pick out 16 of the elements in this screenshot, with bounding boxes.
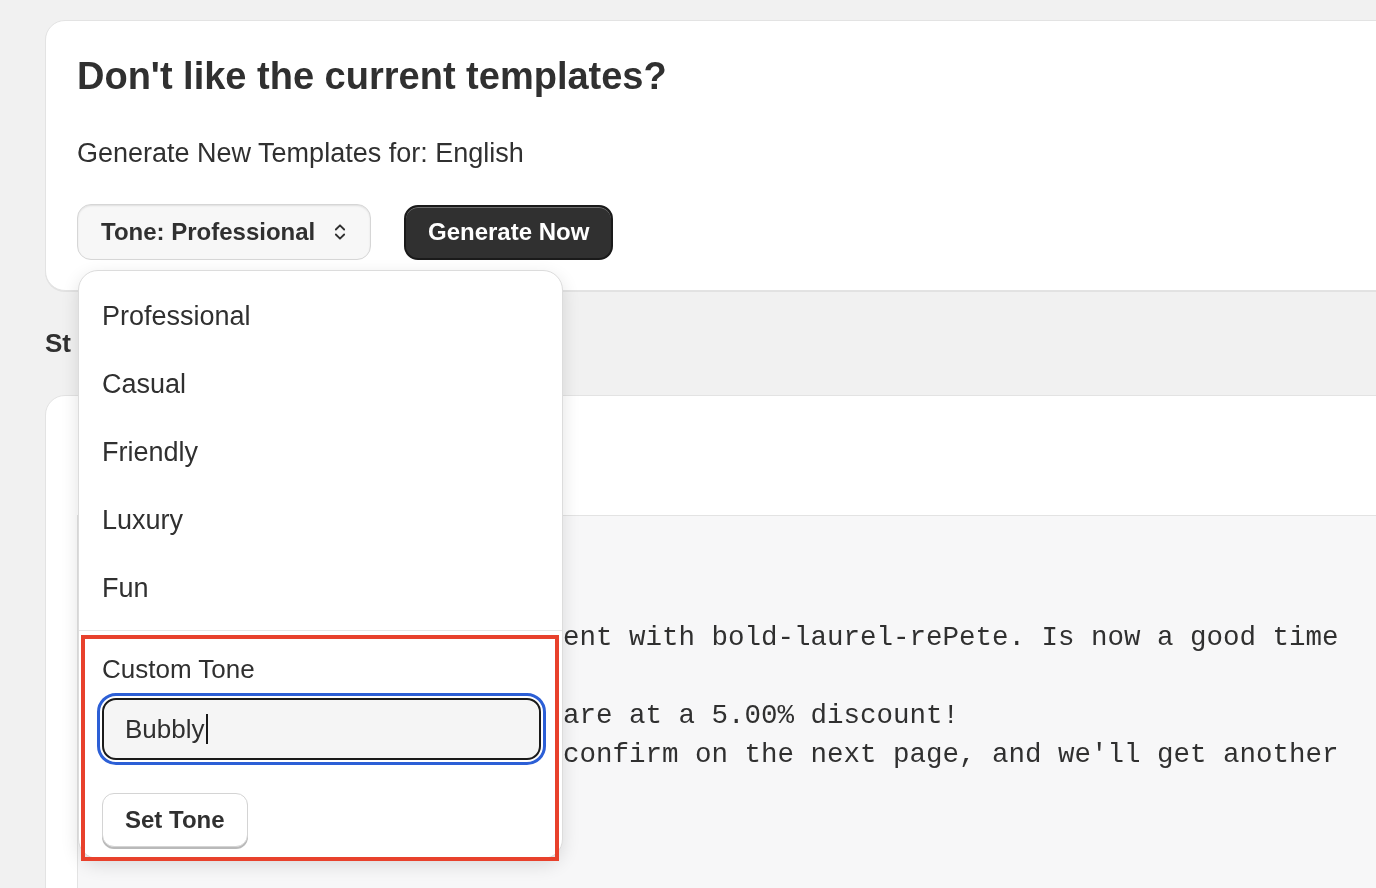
custom-tone-label: Custom Tone (102, 653, 255, 686)
code-line: confirm on the next page, and we'll get another (563, 738, 1339, 772)
card-title: Don't like the current templates? (77, 54, 667, 98)
set-tone-button[interactable]: Set Tone (102, 793, 248, 847)
generate-now-button[interactable]: Generate Now (404, 204, 614, 260)
tone-option[interactable]: Luxury (79, 486, 562, 554)
tone-select[interactable]: Tone: Professional (77, 204, 371, 260)
tone-option[interactable]: Friendly (79, 418, 562, 486)
text-caret (205, 714, 208, 744)
code-line: are at a 5.00% discount! (563, 699, 960, 733)
tone-option[interactable]: Casual (79, 350, 562, 418)
tone-option[interactable]: Professional (79, 282, 562, 350)
card-subtitle: Generate New Templates for: English (77, 137, 524, 170)
section-heading: St (45, 327, 71, 360)
tone-option[interactable]: Fun (79, 554, 562, 622)
code-line: ent with bold-laurel-rePete. Is now a good time (563, 621, 1339, 655)
